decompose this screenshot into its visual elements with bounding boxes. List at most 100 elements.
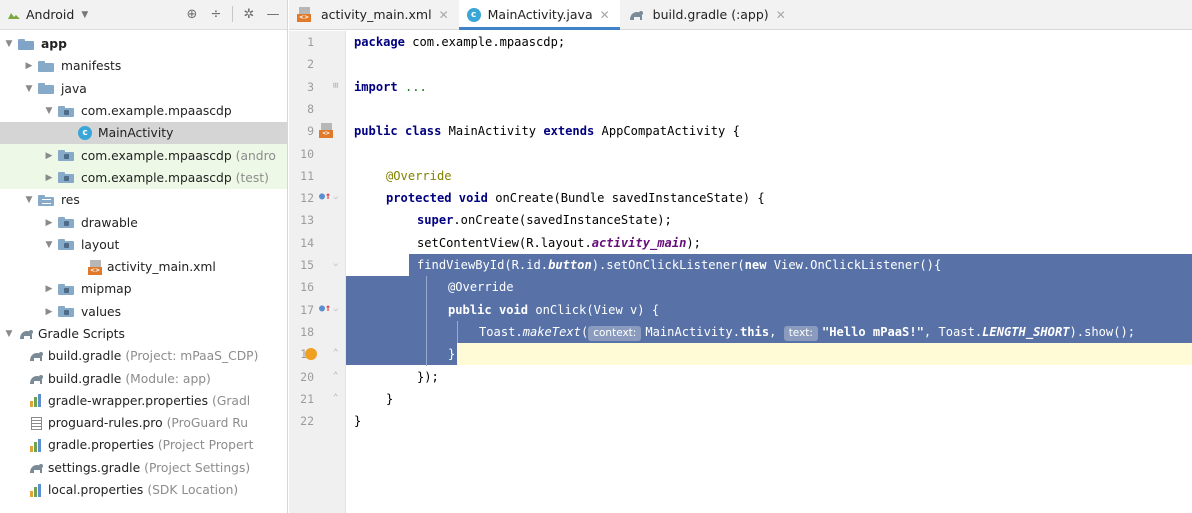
tree-item-package-test[interactable]: ▶ com.example.mpaascdp (test) [0, 166, 287, 190]
collapse-arrow-icon[interactable]: ▶ [22, 61, 36, 71]
expand-arrow-icon[interactable]: ▼ [22, 84, 36, 94]
collapse-arrow-icon[interactable]: ▶ [42, 284, 56, 294]
package-icon [58, 105, 76, 117]
hide-panel-icon[interactable]: — [265, 6, 281, 22]
expand-arrow-icon[interactable]: ▼ [42, 106, 56, 116]
xml-file-icon [88, 259, 103, 275]
tree-item-layout[interactable]: ▼ layout [0, 234, 287, 256]
tree-item-manifests[interactable]: ▶ manifests [0, 55, 287, 77]
code-line[interactable]: 18 Toast.makeText(context: MainActivity.t… [289, 321, 1192, 343]
code-line[interactable]: 11 @Override [289, 165, 1192, 187]
project-view-selector[interactable]: Android ▼ [6, 7, 88, 23]
tree-item-proguard-rules[interactable]: proguard-rules.pro (ProGuard Ru [0, 412, 287, 434]
line-number: 15 [300, 258, 314, 272]
code-line[interactable]: 16 @Override [289, 276, 1192, 298]
collapse-arrow-icon[interactable]: ▶ [42, 173, 56, 183]
tree-item-hint: (Gradl [212, 393, 251, 408]
close-icon[interactable]: ✕ [776, 8, 786, 22]
code-line[interactable]: 21 ⌃ } [289, 388, 1192, 410]
tree-item-label: proguard-rules.pro [48, 416, 163, 431]
tab-mainactivity-java[interactable]: c MainActivity.java ✕ [458, 0, 620, 30]
tree-item-package[interactable]: ▼ com.example.mpaascdp [0, 100, 287, 122]
properties-file-icon [30, 394, 43, 408]
package-icon [58, 172, 76, 184]
fold-end-icon[interactable]: ⌃ [333, 393, 342, 404]
code-line[interactable]: 22 } [289, 410, 1192, 432]
tree-item-build-gradle-module[interactable]: build.gradle (Module: app) [0, 367, 287, 389]
code-line[interactable]: 13 super.onCreate(savedInstanceState); [289, 209, 1192, 231]
tree-item-activity-main-xml[interactable]: activity_main.xml [0, 256, 287, 278]
code-line[interactable]: 10 [289, 143, 1192, 165]
override-marker-icon[interactable]: ●↑ [319, 303, 331, 314]
breakpoint-icon[interactable] [305, 348, 317, 361]
tree-item-res[interactable]: ▼ res [0, 189, 287, 211]
collapse-all-icon[interactable]: ÷ [208, 6, 224, 22]
tree-item-java[interactable]: ▼ java [0, 78, 287, 100]
code-line[interactable]: 9 public class MainActivity extends AppC… [289, 120, 1192, 142]
code-token: setContentView(R.layout. [417, 235, 592, 250]
code-line[interactable]: 20 ⌃ }); [289, 366, 1192, 388]
code-line[interactable]: 17 ●↑ ⌵ public void onClick(View v) { [289, 299, 1192, 321]
fold-collapse-icon[interactable]: ⌵ [333, 259, 342, 270]
tree-item-build-gradle-project[interactable]: build.gradle (Project: mPaaS_CDP) [0, 345, 287, 367]
tab-activity-main-xml[interactable]: activity_main.xml ✕ [289, 0, 459, 29]
line-number: 9 [307, 124, 314, 139]
code-line[interactable]: 1 package com.example.mpaascdp; [289, 31, 1192, 53]
tree-item-gradle-properties[interactable]: gradle.properties (Project Propert [0, 434, 287, 456]
tree-item-label: build.gradle [48, 371, 122, 386]
parameter-hint: text: [783, 325, 818, 341]
tree-item-mipmap[interactable]: ▶ mipmap [0, 278, 287, 300]
fold-expand-icon[interactable]: ⊞ [333, 81, 342, 92]
expand-arrow-icon[interactable]: ▼ [42, 240, 56, 250]
tree-item-app[interactable]: ▼ app [0, 33, 287, 55]
fold-collapse-icon[interactable]: ⌵ [333, 192, 342, 203]
tree-item-gradle-scripts[interactable]: ▼ Gradle Scripts [0, 323, 287, 345]
tree-item-gradle-wrapper-properties[interactable]: gradle-wrapper.properties (Gradl [0, 390, 287, 412]
expand-arrow-icon[interactable]: ▼ [2, 39, 16, 49]
tree-item-values[interactable]: ▶ values [0, 301, 287, 323]
collapse-arrow-icon[interactable]: ▶ [42, 151, 56, 161]
code-line[interactable]: 3 ⊞ import ... [289, 76, 1192, 98]
code-line[interactable]: 8 [289, 98, 1192, 120]
related-layout-icon[interactable] [319, 123, 334, 139]
text-file-icon [31, 416, 42, 430]
fold-end-icon[interactable]: ⌃ [333, 371, 342, 382]
code-line[interactable]: 14 setContentView(R.layout.activity_main… [289, 232, 1192, 254]
fold-collapse-icon[interactable]: ⌵ [333, 304, 342, 315]
code-line[interactable]: 12 ●↑ ⌵ protected void onCreate(Bundle s… [289, 187, 1192, 209]
tree-item-label: activity_main.xml [107, 260, 216, 275]
tree-item-local-properties[interactable]: local.properties (SDK Location) [0, 479, 287, 501]
tree-item-hint: (Project Settings) [144, 460, 251, 475]
gear-icon[interactable]: ✲ [241, 6, 257, 22]
code-line[interactable]: 19 ⌃ } [289, 343, 1192, 365]
override-marker-icon[interactable]: ●↑ [319, 191, 331, 202]
close-icon[interactable]: ✕ [600, 8, 610, 22]
tree-item-package-androidtest[interactable]: ▶ com.example.mpaascdp (andro [0, 144, 287, 167]
line-number: 2 [307, 57, 314, 72]
tree-item-label: res [61, 193, 80, 208]
tab-build-gradle-app[interactable]: build.gradle (:app) ✕ [620, 0, 796, 29]
tree-item-mainactivity[interactable]: c MainActivity [0, 122, 287, 145]
expand-arrow-icon[interactable]: ▼ [22, 195, 36, 205]
fold-end-icon[interactable]: ⌃ [333, 348, 342, 359]
tree-item-drawable[interactable]: ▶ drawable [0, 211, 287, 233]
collapse-arrow-icon[interactable]: ▶ [42, 307, 56, 317]
line-number: 18 [300, 324, 314, 339]
folded-imports[interactable]: ... [398, 80, 427, 94]
close-icon[interactable]: ✕ [439, 8, 449, 22]
code-line[interactable]: 2 [289, 53, 1192, 75]
code-token: ).show(); [1069, 324, 1136, 339]
code-token: } [448, 347, 456, 362]
locate-icon[interactable]: ⊕ [184, 6, 200, 22]
line-number: 3 [307, 79, 314, 94]
resource-folder-icon [38, 194, 56, 206]
tree-item-label: build.gradle [48, 349, 122, 364]
code-token: makeText [522, 324, 581, 339]
expand-arrow-icon[interactable]: ▼ [2, 329, 16, 339]
code-editor[interactable]: 1 package com.example.mpaascdp; 2 3 ⊞ im… [289, 31, 1192, 513]
line-number: 20 [300, 369, 314, 384]
tree-item-label: gradle.properties [48, 438, 154, 453]
code-line[interactable]: 15 ⌵ findViewById(R.id.button).setOnClic… [289, 254, 1192, 276]
collapse-arrow-icon[interactable]: ▶ [42, 218, 56, 228]
tree-item-settings-gradle[interactable]: settings.gradle (Project Settings) [0, 457, 287, 479]
